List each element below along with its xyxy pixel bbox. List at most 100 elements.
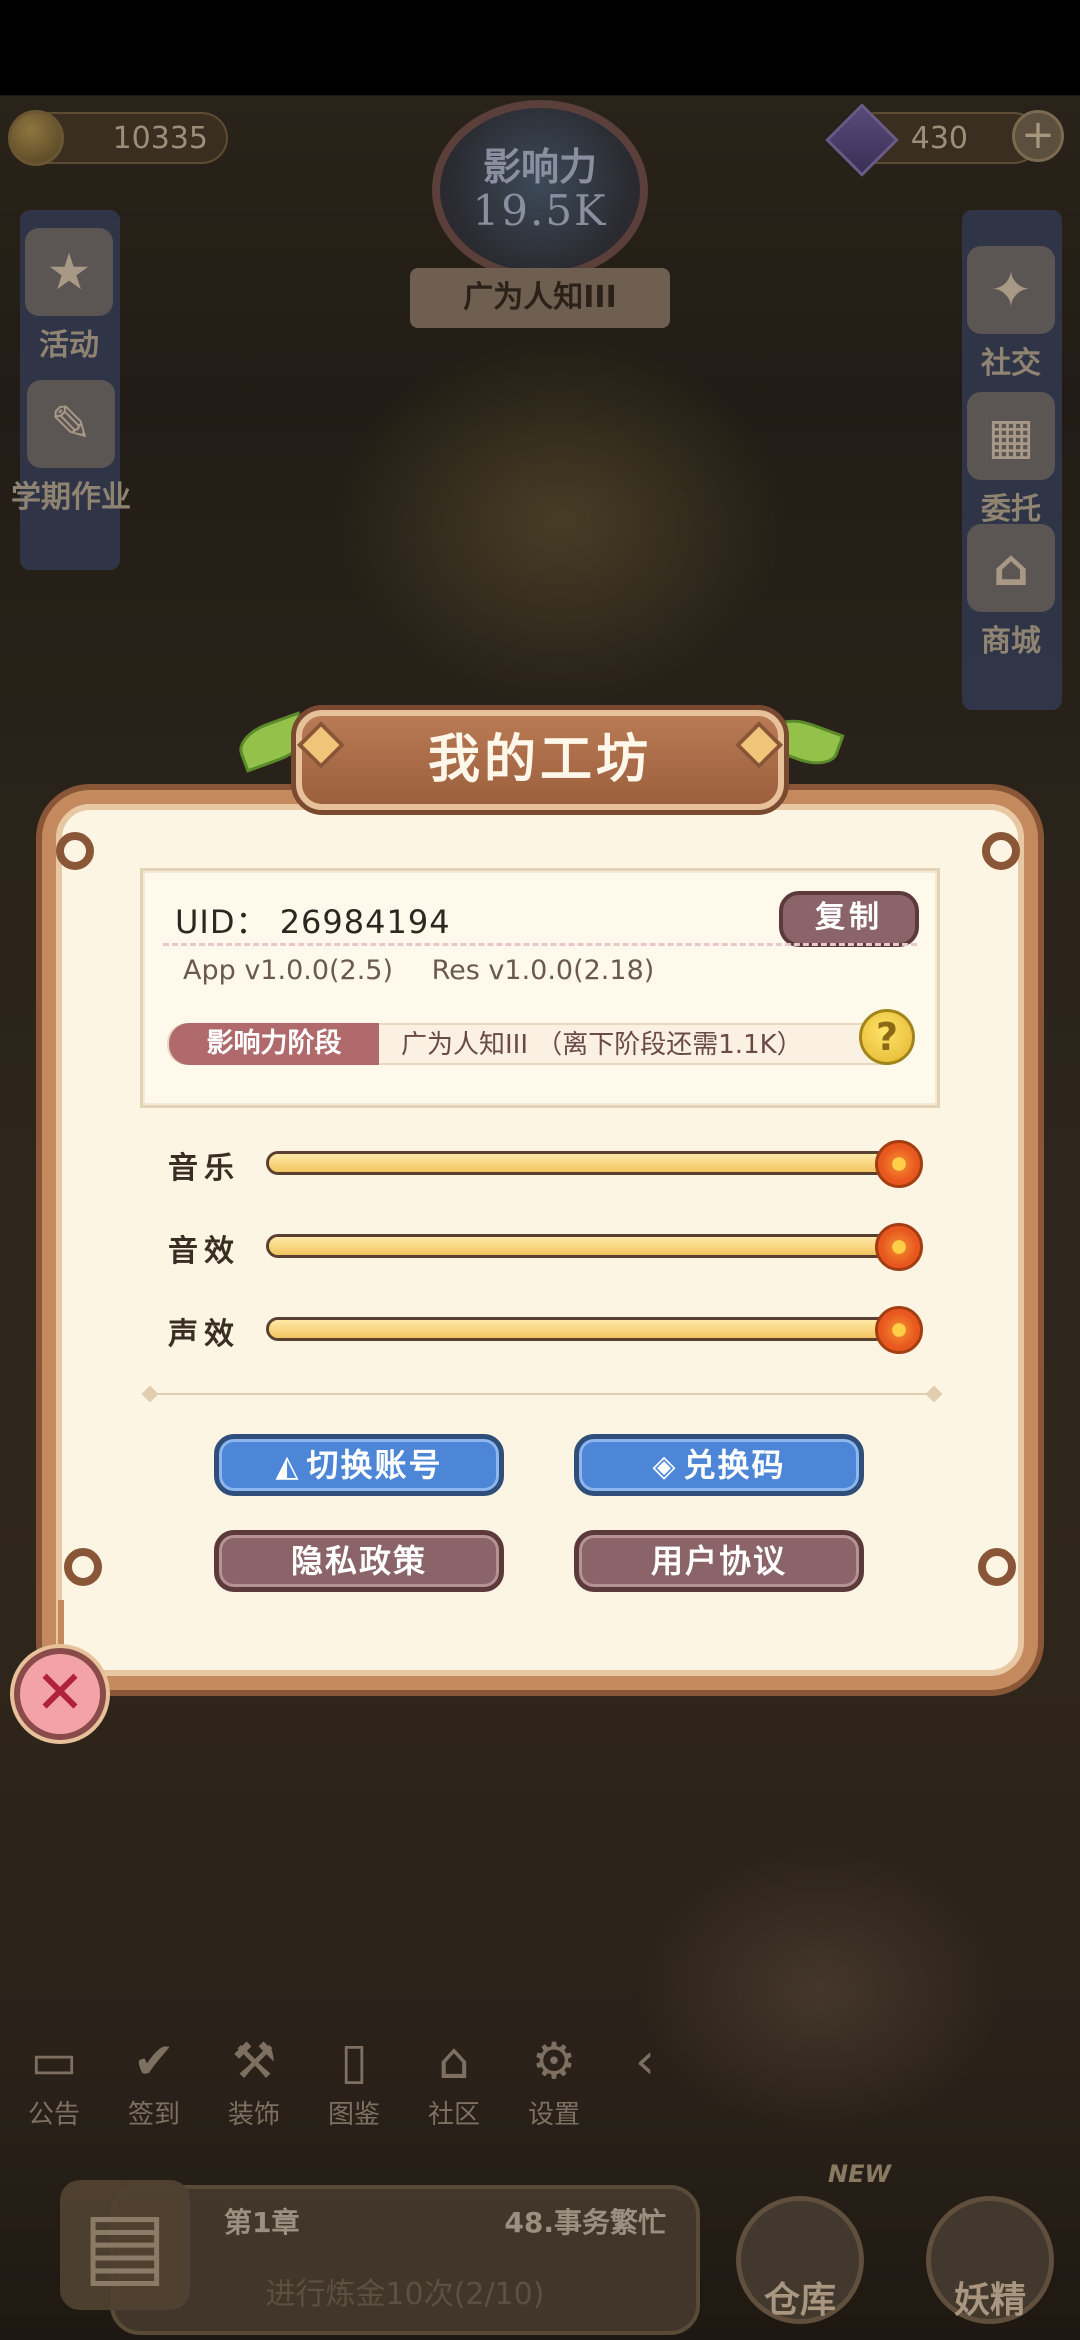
checkin-icon: ✔ [133, 2032, 175, 2090]
quest-task: 进行炼金10次(2/10) [265, 2277, 545, 2312]
music-slider-fill [269, 1154, 903, 1172]
commission-icon: ▦ [967, 392, 1055, 480]
notice-icon: ▭ [30, 2032, 78, 2090]
fairy-label: 妖精 [953, 2280, 1026, 2321]
bottom-item-checkin[interactable]: ✔ 签到 [114, 2030, 194, 2131]
quest-chapter: 第1章 [224, 2206, 300, 2239]
switch-account-button[interactable]: ◭ 切换账号 [214, 1434, 504, 1496]
sfx-slider-fill [269, 1237, 903, 1255]
hat-icon: ◭ [275, 1449, 301, 1484]
bottom-menu: ▭ 公告 ✔ 签到 ⚒ 装饰 ▯ 图鉴 ⌂ 社区 ⚙ 设置 ‹ [14, 2030, 655, 2131]
bottom-item-codex-label: 图鉴 [327, 2100, 380, 2130]
user-agreement-label: 用户协议 [650, 1542, 787, 1580]
menu-item-homework[interactable]: ✎ 学期作业 [4, 380, 138, 516]
res-version: Res v1.0.0(2.18) [431, 955, 655, 986]
bottom-item-decor[interactable]: ⚒ 装饰 [214, 2030, 294, 2131]
new-badge: NEW [828, 2160, 891, 2188]
bottom-item-notice[interactable]: ▭ 公告 [14, 2030, 94, 2131]
music-label: 音乐 [168, 1151, 240, 1186]
copy-uid-button[interactable]: 复制 [779, 891, 919, 947]
collapse-menu-button[interactable]: ‹ [614, 2030, 655, 2131]
version-info: App v1.0.0(2.5) Res v1.0.0(2.18) [183, 955, 684, 986]
menu-item-homework-label: 学期作业 [11, 480, 131, 515]
uid-line: UID： 26984194 [175, 897, 451, 943]
menu-item-shop-label: 商城 [981, 624, 1041, 659]
bottom-item-settings-label: 设置 [527, 2100, 580, 2130]
close-button-string [58, 1600, 64, 1652]
menu-item-shop[interactable]: ⌂ 商城 [956, 524, 1066, 660]
voice-label: 声效 [168, 1317, 240, 1352]
event-icon: ★ [25, 228, 113, 316]
bottom-item-community[interactable]: ⌂ 社区 [414, 2030, 494, 2131]
menu-item-commission-label: 委托 [981, 492, 1041, 527]
voice-slider-fill [269, 1320, 903, 1338]
voice-slider-knob[interactable] [875, 1306, 923, 1354]
sfx-slider-row: 音效 [168, 1223, 938, 1271]
bottom-item-decor-label: 装饰 [227, 2100, 280, 2130]
influence-stage-label: 影响力阶段 [169, 1023, 379, 1065]
menu-item-social[interactable]: ✦ 社交 [956, 246, 1066, 382]
corner-ornament [978, 1548, 1016, 1586]
account-info-panel: UID： 26984194 复制 App v1.0.0(2.5) Res v1.… [140, 868, 940, 1108]
shop-icon: ⌂ [967, 524, 1055, 612]
sfx-slider-knob[interactable] [875, 1223, 923, 1271]
quest-book-icon[interactable]: ▤ [60, 2180, 190, 2310]
social-icon: ✦ [967, 246, 1055, 334]
uid-label: UID： [175, 903, 269, 941]
redeem-code-button[interactable]: ◈ 兑换码 [574, 1434, 864, 1496]
add-gems-icon[interactable]: + [1012, 110, 1064, 162]
community-icon: ⌂ [438, 2032, 470, 2090]
menu-item-commission[interactable]: ▦ 委托 [956, 392, 1066, 528]
influence-stage-row: 影响力阶段 广为人知III （离下阶段还需1.1K） ? [167, 1009, 915, 1065]
menu-item-event-label: 活动 [39, 328, 99, 363]
menu-item-social-label: 社交 [981, 346, 1041, 381]
privacy-policy-label: 隐私政策 [290, 1542, 427, 1580]
help-icon[interactable]: ? [859, 1009, 915, 1065]
decor-icon: ⚒ [231, 2032, 277, 2090]
influence-label: 影响力 [482, 145, 597, 189]
bottom-item-checkin-label: 签到 [127, 2100, 180, 2130]
influence-stage-text: 广为人知III （离下阶段还需1.1K） [401, 1030, 803, 1060]
corner-ornament [56, 832, 94, 870]
warehouse-label: 仓库 [763, 2280, 836, 2321]
music-slider[interactable] [266, 1140, 923, 1188]
coin-count: 10335 [112, 120, 208, 156]
bottom-item-notice-label: 公告 [27, 2100, 80, 2130]
coin-icon [8, 110, 64, 166]
uid-value: 26984194 [279, 903, 451, 941]
quest-name: 48.事务繁忙 [504, 2206, 666, 2239]
fairy-button[interactable]: 妖精 [926, 2196, 1054, 2324]
bottom-item-community-label: 社区 [427, 2100, 480, 2130]
user-agreement-button[interactable]: 用户协议 [574, 1530, 864, 1592]
sfx-slider[interactable] [266, 1223, 923, 1271]
homework-icon: ✎ [27, 380, 115, 468]
sfx-label: 音效 [168, 1234, 240, 1269]
gem-count: 430 [910, 120, 968, 156]
ticket-icon: ◈ [652, 1449, 678, 1484]
app-version: App v1.0.0(2.5) [183, 955, 394, 986]
dialog-title: 我的工坊 [296, 710, 784, 810]
voice-slider-row: 声效 [168, 1306, 938, 1354]
settings-icon: ⚙ [531, 2032, 577, 2090]
music-slider-knob[interactable] [875, 1140, 923, 1188]
chevron-left-icon: ‹ [635, 2032, 655, 2090]
corner-ornament [64, 1548, 102, 1586]
corner-ornament [982, 832, 1020, 870]
redeem-code-label: 兑换码 [683, 1446, 786, 1484]
close-icon: ✕ [34, 1658, 86, 1728]
switch-account-label: 切换账号 [306, 1446, 443, 1484]
rank-banner: 广为人知III [410, 268, 670, 328]
menu-item-event[interactable]: ★ 活动 [14, 228, 124, 364]
bottom-item-settings[interactable]: ⚙ 设置 [514, 2030, 594, 2131]
bottom-item-codex[interactable]: ▯ 图鉴 [314, 2030, 394, 2131]
section-divider [148, 1393, 938, 1395]
warehouse-button[interactable]: 仓库 [736, 2196, 864, 2324]
voice-slider[interactable] [266, 1306, 923, 1354]
codex-icon: ▯ [340, 2032, 368, 2090]
close-button[interactable]: ✕ [14, 1648, 106, 1740]
privacy-policy-button[interactable]: 隐私政策 [214, 1530, 504, 1592]
dashed-divider [163, 943, 917, 946]
music-slider-row: 音乐 [168, 1140, 938, 1188]
influence-medal[interactable]: 影响力 19.5K [432, 100, 648, 280]
quest-bar[interactable]: 第1章 48.事务繁忙 进行炼金10次(2/10) [110, 2185, 700, 2335]
